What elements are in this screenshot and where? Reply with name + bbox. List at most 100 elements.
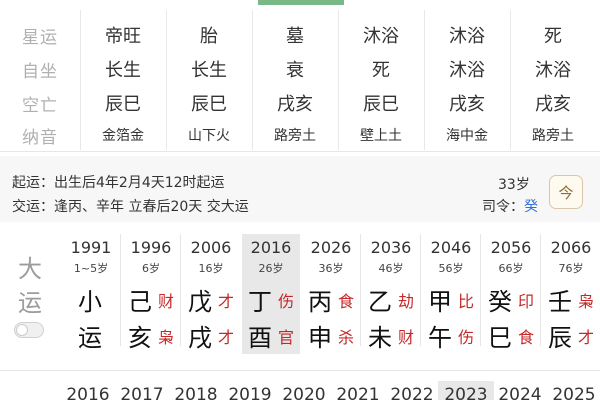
- zhi-shishen: 财: [398, 328, 415, 347]
- dayun-section: 大 运 1991 1~5岁 小 运 1996 6岁 己 财 亥 枭 2006 1…: [0, 228, 600, 366]
- column-divider: [480, 234, 481, 346]
- gan-shishen: 食: [338, 292, 355, 311]
- zhi-shishen: 才: [218, 328, 235, 347]
- toggle-knob: [16, 324, 28, 336]
- liunian-year[interactable]: 2025: [546, 385, 600, 400]
- liunian-year[interactable]: 2017: [114, 385, 170, 400]
- dayun-zhi: 亥 枭: [122, 316, 180, 352]
- dayun-year: 2046: [430, 238, 472, 257]
- liunian-year[interactable]: 2019: [222, 385, 278, 400]
- zhi-shishen: 杀: [338, 328, 355, 347]
- dayun-gan: 戊 才: [182, 280, 240, 316]
- dayun-gan: 丁 伤: [242, 280, 300, 316]
- liunian-year[interactable]: 2024: [492, 385, 548, 400]
- cell: 路旁土: [532, 128, 574, 144]
- gan-char: 壬: [548, 288, 572, 316]
- dayun-year: 2036: [370, 238, 412, 257]
- pillar-info-table: 星运 帝旺 胎 墓 沐浴 沐浴 死 自坐 长生 长生 衰 死 沐浴 沐浴 空亡 …: [0, 0, 600, 152]
- dayun-age: 16岁: [198, 262, 224, 275]
- calendar-icon-text: 今: [558, 183, 574, 202]
- zhi-shishen: 伤: [458, 328, 475, 347]
- qiyun-text: 起运：出生后4年2月4天12时起运: [12, 175, 225, 191]
- cell: 长生: [191, 60, 227, 81]
- cell: 辰巳: [105, 94, 141, 115]
- gan-char: 丁: [248, 288, 272, 316]
- column-divider: [120, 234, 121, 346]
- liunian-year[interactable]: 2022: [384, 385, 440, 400]
- gan-shishen: 才: [218, 292, 235, 311]
- dayun-gan: 小: [62, 280, 120, 316]
- cell: 戌亥: [277, 94, 313, 115]
- zhi-char: 巳: [488, 324, 512, 352]
- zhi-char: 戌: [188, 324, 212, 352]
- cell: 壁上土: [360, 128, 402, 144]
- dayun-gan: 乙 劫: [362, 280, 420, 316]
- dayun-column[interactable]: 1996 6岁 己 财 亥 枭: [122, 234, 180, 354]
- dayun-zhi: 未 财: [362, 316, 420, 352]
- gan-shishen: 财: [158, 292, 175, 311]
- dayun-age: 76岁: [558, 262, 584, 275]
- cell: 帝旺: [105, 26, 141, 47]
- dayun-gan: 癸 印: [482, 280, 540, 316]
- liunian-year[interactable]: 2020: [276, 385, 332, 400]
- siling-label: 司令：: [482, 199, 524, 215]
- zhi-char: 运: [78, 324, 102, 352]
- dayun-zhi: 申 杀: [302, 316, 360, 352]
- row-label: 空亡: [22, 95, 58, 116]
- cell: 胎: [200, 26, 218, 47]
- liunian-year-active[interactable]: 2023: [438, 381, 494, 400]
- cell: 路旁土: [274, 128, 316, 144]
- gan-char: 小: [78, 288, 102, 316]
- siling-value: 癸: [524, 199, 538, 215]
- liunian-strip: 2016 2017 2018 2019 2020 2021 2022 2023 …: [0, 370, 600, 400]
- dayun-year: 2016: [250, 238, 292, 257]
- dayun-column[interactable]: 2046 56岁 甲 比 午 伤: [422, 234, 480, 354]
- dayun-age: 36岁: [318, 262, 344, 275]
- column-divider: [252, 10, 253, 150]
- dayun-toggle-switch[interactable]: [14, 322, 44, 338]
- gan-char: 癸: [488, 288, 512, 316]
- cell: 长生: [105, 60, 141, 81]
- row-label: 纳音: [22, 127, 58, 148]
- cell: 沐浴: [535, 60, 571, 81]
- liunian-year[interactable]: 2016: [60, 385, 116, 400]
- column-divider: [420, 234, 421, 346]
- gan-shishen: 印: [518, 292, 535, 311]
- zhi-shishen: 官: [278, 328, 295, 347]
- cell: 墓: [286, 26, 304, 47]
- gan-shishen: 伤: [278, 292, 295, 311]
- zhi-char: 午: [428, 324, 452, 352]
- dayun-column[interactable]: 1991 1~5岁 小 运: [62, 234, 120, 354]
- gan-shishen: 枭: [578, 292, 595, 311]
- cell: 戌亥: [449, 94, 485, 115]
- gan-char: 乙: [368, 288, 392, 316]
- column-divider: [424, 10, 425, 150]
- today-calendar-icon[interactable]: 今: [549, 175, 583, 209]
- column-divider: [338, 10, 339, 150]
- liunian-year[interactable]: 2018: [168, 385, 224, 400]
- dayun-gan: 己 财: [122, 280, 180, 316]
- zhi-shishen: 食: [518, 328, 535, 347]
- zhi-shishen: 才: [578, 328, 595, 347]
- row-label: 自坐: [22, 61, 58, 82]
- column-divider: [510, 10, 511, 150]
- dayun-age: 26岁: [258, 262, 284, 275]
- gan-char: 丙: [308, 288, 332, 316]
- dayun-column[interactable]: 2066 76岁 壬 枭 辰 才: [542, 234, 600, 354]
- dayun-column[interactable]: 2026 36岁 丙 食 申 杀: [302, 234, 360, 354]
- cell: 死: [544, 26, 562, 47]
- dayun-column-active[interactable]: 2016 26岁 丁 伤 酉 官: [242, 234, 300, 354]
- dayun-column[interactable]: 2036 46岁 乙 劫 未 财: [362, 234, 420, 354]
- row-label: 星运: [22, 27, 58, 48]
- cell: 衰: [286, 60, 304, 81]
- gan-char: 戊: [188, 288, 212, 316]
- liunian-year[interactable]: 2021: [330, 385, 386, 400]
- dayun-zhi: 午 伤: [422, 316, 480, 352]
- dayun-year: 2056: [490, 238, 532, 257]
- dayun-zhi: 运: [62, 316, 120, 352]
- gan-char: 己: [128, 288, 152, 316]
- dayun-zhi: 酉 官: [242, 316, 300, 352]
- dayun-column[interactable]: 2006 16岁 戊 才 戌 才: [182, 234, 240, 354]
- dayun-column[interactable]: 2056 66岁 癸 印 巳 食: [482, 234, 540, 354]
- column-divider: [180, 234, 181, 346]
